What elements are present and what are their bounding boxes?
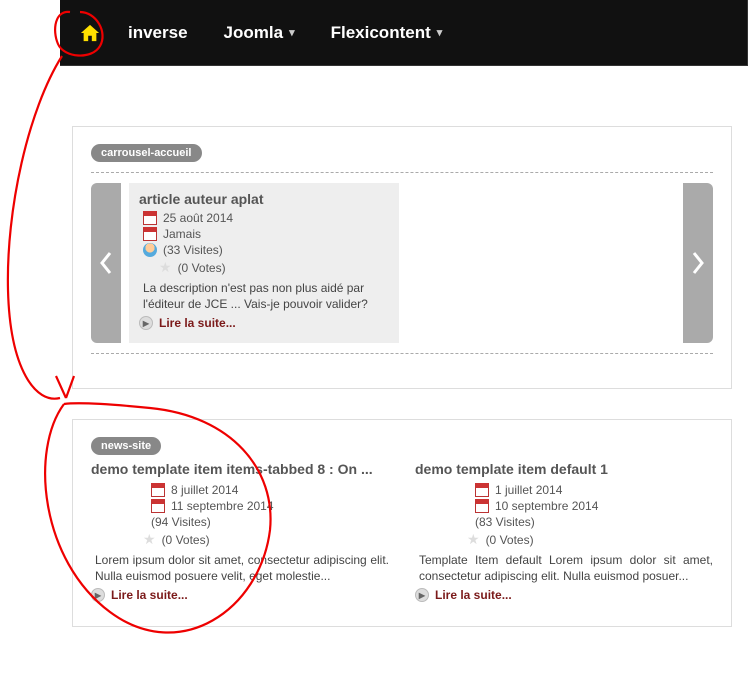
visits: (94 Visites) <box>151 515 211 529</box>
chevron-down-icon: ▾ <box>437 26 443 39</box>
card-title: article auteur aplat <box>139 191 389 207</box>
nav-inverse[interactable]: inverse <box>110 23 206 43</box>
carousel: article auteur aplat 25 août 2014 Jamais… <box>91 183 713 343</box>
item-desc: Lorem ipsum dolor sit amet, consectetur … <box>95 552 389 584</box>
panel-badge: carrousel-accueil <box>91 144 202 162</box>
star-icon: ★ <box>143 531 156 548</box>
news-item-right: demo template item default 1 1 juillet 2… <box>415 461 713 602</box>
date-modified: 11 septembre 2014 <box>171 499 274 513</box>
item-title: demo template item items-tabbed 8 : On .… <box>91 461 389 477</box>
top-nav: inverse Joomla▾ Flexicontent▾ <box>60 0 748 66</box>
chevron-down-icon: ▾ <box>289 26 295 39</box>
nav-flexicontent[interactable]: Flexicontent▾ <box>313 23 461 43</box>
person-icon <box>143 243 157 257</box>
calendar-icon <box>475 483 489 497</box>
news-panel: news-site demo template item items-tabbe… <box>72 419 732 627</box>
calendar-icon <box>143 211 157 225</box>
item-title: demo template item default 1 <box>415 461 713 477</box>
card-desc: La description n'est pas non plus aidé p… <box>143 280 389 312</box>
carousel-next[interactable] <box>683 183 713 343</box>
divider <box>91 353 713 354</box>
date-created: 8 juillet 2014 <box>171 483 238 497</box>
home-button[interactable] <box>70 13 110 53</box>
date-created: 25 août 2014 <box>163 211 233 225</box>
votes: (0 Votes) <box>162 533 210 547</box>
divider <box>91 172 713 173</box>
visits: (33 Visites) <box>163 243 223 257</box>
carousel-card: article auteur aplat 25 août 2014 Jamais… <box>129 183 399 343</box>
calendar-icon <box>151 483 165 497</box>
carousel-prev[interactable] <box>91 183 121 343</box>
nav-joomla[interactable]: Joomla▾ <box>206 23 313 43</box>
readmore-link[interactable]: ▶Lire la suite... <box>415 588 713 602</box>
carrousel-panel: carrousel-accueil article auteur aplat 2… <box>72 126 732 389</box>
chevron-left-icon <box>99 251 113 275</box>
votes: (0 Votes) <box>486 533 534 547</box>
date-modified: Jamais <box>163 227 201 241</box>
item-desc: Template Item default Lorem ipsum dolor … <box>419 552 713 584</box>
calendar-icon <box>475 499 489 513</box>
readmore-link[interactable]: ▶Lire la suite... <box>139 316 389 330</box>
star-icon: ★ <box>467 531 480 548</box>
play-icon: ▶ <box>139 316 153 330</box>
home-icon <box>79 23 101 43</box>
play-icon: ▶ <box>91 588 105 602</box>
visits: (83 Visites) <box>475 515 535 529</box>
votes: (0 Votes) <box>178 261 226 275</box>
panel-badge: news-site <box>91 437 161 455</box>
date-created: 1 juillet 2014 <box>495 483 562 497</box>
calendar-icon <box>151 499 165 513</box>
readmore-link[interactable]: ▶Lire la suite... <box>91 588 389 602</box>
news-item-left: demo template item items-tabbed 8 : On .… <box>91 461 389 602</box>
date-modified: 10 septembre 2014 <box>495 499 598 513</box>
calendar-icon <box>143 227 157 241</box>
chevron-right-icon <box>691 251 705 275</box>
play-icon: ▶ <box>415 588 429 602</box>
star-icon: ★ <box>159 259 172 276</box>
